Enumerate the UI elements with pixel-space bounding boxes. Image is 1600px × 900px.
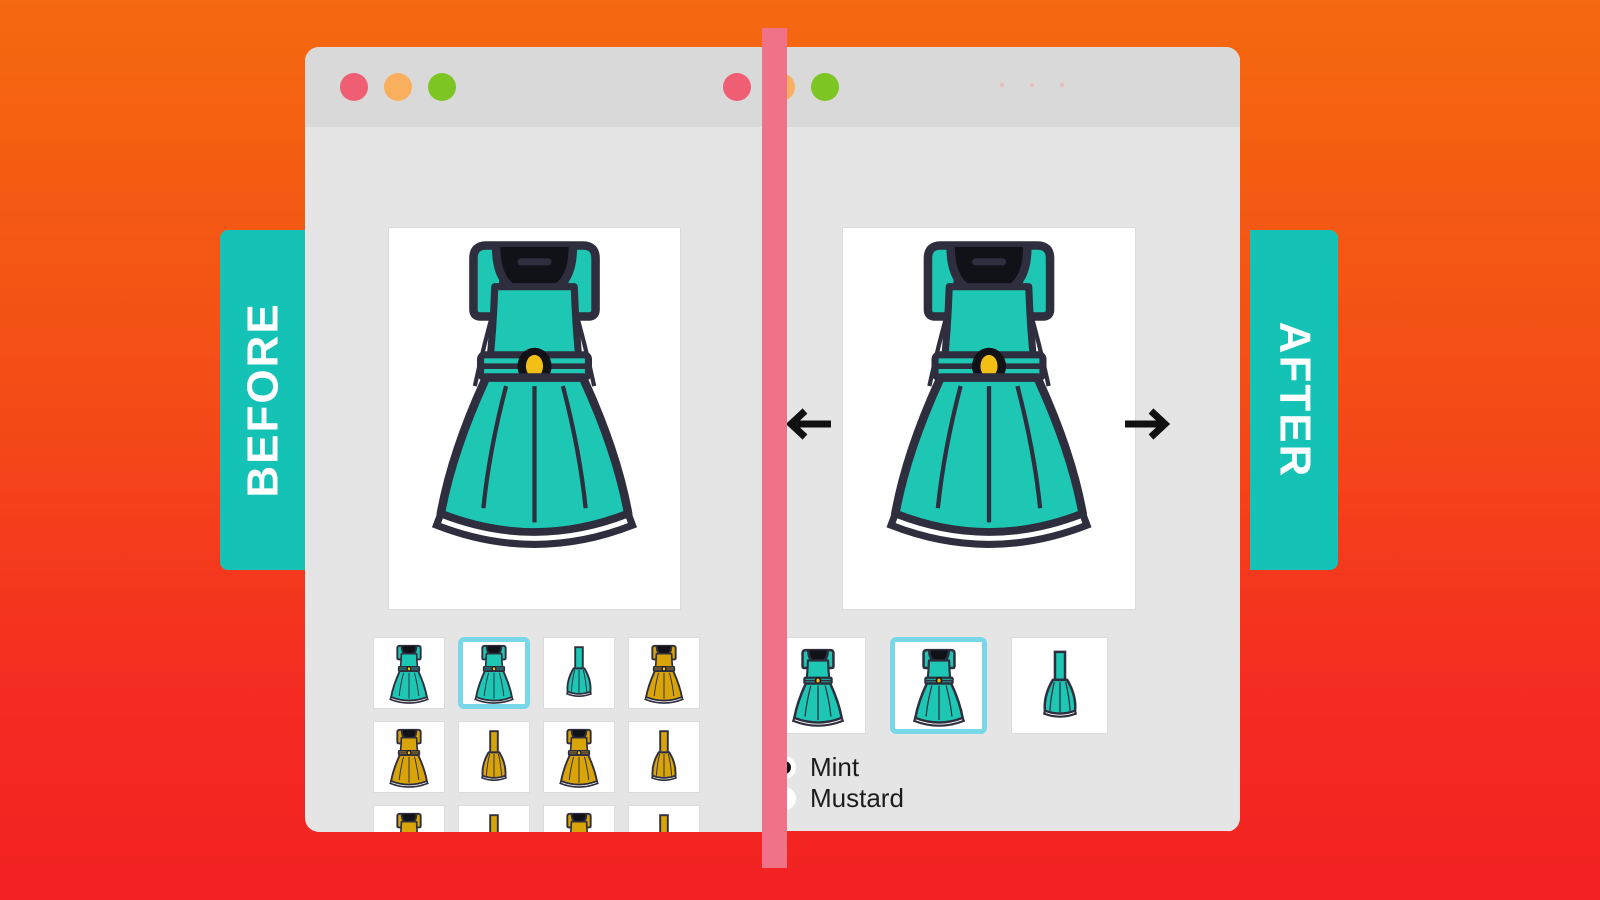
arrow-right-icon <box>1125 408 1171 440</box>
thumbnail-9-mustard-dress[interactable] <box>373 805 445 832</box>
dress-illustration-mint <box>431 241 638 548</box>
thumbnail-3-mint-skirt[interactable] <box>1011 637 1108 734</box>
skirt-thumbnail-mustard <box>659 814 669 832</box>
thumbnail-3-mint-skirt[interactable] <box>543 637 615 709</box>
dress-thumbnail-mustard <box>559 728 599 788</box>
before-hero-image <box>388 227 681 610</box>
after-thumbnail-grid <box>769 637 1108 734</box>
skirt-thumbnail-mustard <box>481 730 507 782</box>
after-pane: MintMustard ADD TO BAG <box>763 127 1240 832</box>
tab-before[interactable]: BEFORE <box>220 230 308 570</box>
dress-thumbnail-mustard <box>396 812 422 832</box>
before-after-divider[interactable] <box>762 28 787 868</box>
thumbnail-4-mustard-dress[interactable] <box>628 637 700 709</box>
color-option-mint[interactable]: Mint <box>773 752 904 783</box>
thumbnail-10-mustard-skirt[interactable] <box>458 805 530 832</box>
titlebar-ellipsis <box>1000 83 1064 87</box>
skirt-thumbnail-mustard <box>651 730 677 782</box>
close-dot[interactable] <box>723 73 751 101</box>
dress-thumbnail-mint <box>389 644 429 704</box>
maximize-dot[interactable] <box>428 73 456 101</box>
dress-thumbnail-mint <box>791 648 844 727</box>
close-dot[interactable] <box>340 73 368 101</box>
thumbnail-1-mint-dress[interactable] <box>373 637 445 709</box>
tab-before-label: BEFORE <box>239 302 289 498</box>
color-option-mustard[interactable]: Mustard <box>773 783 904 814</box>
skirt-thumbnail-mint <box>566 646 592 698</box>
tab-after-label: AFTER <box>1270 321 1319 479</box>
skirt-thumbnail-mint <box>1042 650 1077 718</box>
color-option-label: Mustard <box>810 783 904 813</box>
tab-after[interactable]: AFTER <box>1250 230 1338 570</box>
dress-thumbnail-mint <box>912 648 965 727</box>
thumbnail-8-mustard-skirt[interactable] <box>628 721 700 793</box>
prev-arrow-button[interactable] <box>781 402 835 446</box>
thumbnail-6-mustard-skirt[interactable] <box>458 721 530 793</box>
thumbnail-11-mustard-dress[interactable] <box>543 805 615 832</box>
dress-thumbnail-mustard <box>389 728 429 788</box>
skirt-thumbnail-mustard <box>489 814 499 832</box>
dress-illustration-mint <box>886 241 1092 548</box>
before-pane <box>305 127 763 832</box>
thumbnail-2-mint-dress[interactable] <box>458 637 530 709</box>
thumbnail-2-mint-dress[interactable] <box>890 637 987 734</box>
dress-thumbnail-mint <box>474 644 514 704</box>
thumbnail-5-mustard-dress[interactable] <box>373 721 445 793</box>
before-thumbnail-grid <box>373 637 700 832</box>
next-arrow-button[interactable] <box>1121 402 1175 446</box>
dress-thumbnail-mustard <box>566 812 592 832</box>
add-to-bag-button[interactable]: ADD TO BAG <box>767 831 1235 832</box>
window-controls-left <box>340 73 456 101</box>
after-hero-image <box>842 227 1136 610</box>
color-option-label: Mint <box>810 752 860 782</box>
dress-thumbnail-mustard <box>644 644 684 704</box>
maximize-dot[interactable] <box>811 73 839 101</box>
thumbnail-12-mustard-skirt[interactable] <box>628 805 700 832</box>
arrow-left-icon <box>785 408 831 440</box>
minimize-dot[interactable] <box>384 73 412 101</box>
thumbnail-7-mustard-dress[interactable] <box>543 721 615 793</box>
color-option-group: Mint Mustard <box>773 752 904 814</box>
